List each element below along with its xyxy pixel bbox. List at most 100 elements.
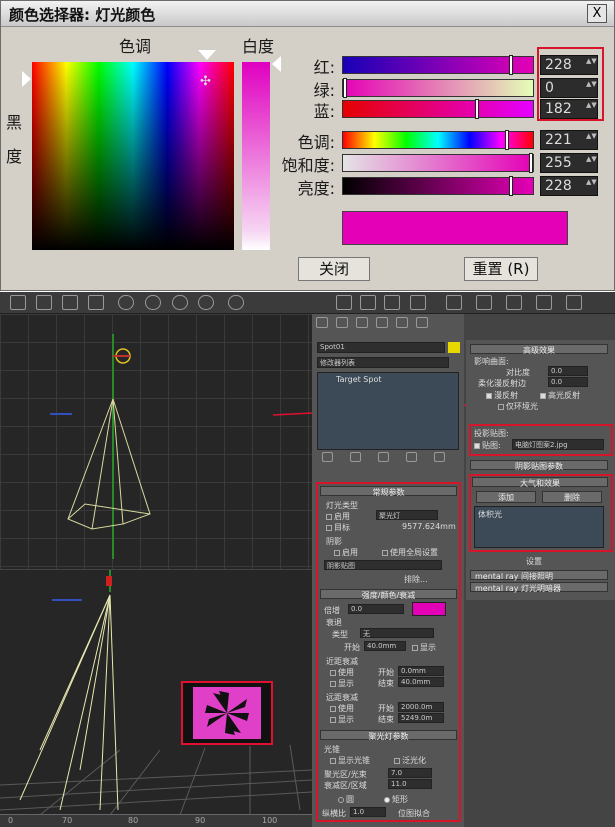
overshoot-checkbox[interactable]: 泛光化 — [394, 755, 426, 766]
modifier-stack[interactable]: Target Spot — [317, 372, 459, 450]
green-slider[interactable] — [342, 78, 534, 98]
saturation-slider-knob[interactable] — [529, 153, 533, 173]
saturation-slider[interactable] — [342, 153, 534, 173]
rect-radio[interactable]: 矩形 — [384, 794, 408, 805]
close-button[interactable]: 关闭 — [298, 257, 370, 281]
modifier-list-dropdown[interactable]: 修改器列表 — [317, 357, 449, 368]
hue-spinner[interactable]: 221 ▲▼ — [540, 130, 598, 150]
layer-icon[interactable] — [410, 295, 426, 310]
motion-tab-icon[interactable] — [376, 317, 388, 328]
hue-blackness-field[interactable]: ✣ — [32, 62, 234, 250]
mentalray-indirect-rollout[interactable]: mental ray 间接照明 — [470, 570, 608, 581]
mentalray-shader-rollout[interactable]: mental ray 灯光明暗器 — [470, 582, 608, 593]
far-end-field[interactable]: 5249.0m — [398, 713, 444, 723]
blue-slider[interactable] — [342, 99, 534, 119]
green-slider-knob[interactable] — [343, 78, 347, 98]
enable-checkbox[interactable]: 启用 — [326, 511, 350, 522]
target-checkbox[interactable]: 目标 — [326, 522, 350, 533]
saturation-spinner[interactable]: 255 ▲▼ — [540, 153, 598, 173]
near-show-checkbox[interactable]: 显示 — [330, 678, 354, 689]
curve-editor-icon[interactable] — [446, 295, 462, 310]
modify-tab-icon[interactable] — [336, 317, 348, 328]
near-use-checkbox[interactable]: 使用 — [330, 667, 354, 678]
hue-slider[interactable] — [342, 130, 534, 150]
ambient-only-checkbox[interactable]: 仅环境光 — [498, 401, 538, 412]
create-tab-icon[interactable] — [316, 317, 328, 328]
timeline-ruler[interactable]: 0 70 80 90 100 — [0, 814, 312, 827]
red-slider-knob[interactable] — [509, 55, 513, 75]
object-name-field[interactable]: Spot01 — [317, 342, 445, 353]
align-icon[interactable] — [384, 295, 400, 310]
hue-marker-icon[interactable] — [198, 50, 216, 60]
material-editor-icon[interactable] — [506, 295, 522, 310]
soften-field[interactable]: 0.0 — [548, 377, 588, 387]
mirror-icon[interactable] — [360, 295, 376, 310]
hue-slider-knob[interactable] — [505, 130, 509, 150]
utilities-tab-icon[interactable] — [416, 317, 428, 328]
render-frame-icon[interactable] — [536, 295, 552, 310]
hotspot-field[interactable]: 7.0 — [388, 768, 432, 778]
general-rollout-header[interactable]: 常规参数 — [320, 486, 457, 497]
far-show-checkbox[interactable]: 显示 — [330, 714, 354, 725]
whiteness-marker-icon[interactable] — [272, 56, 281, 72]
falloff-field[interactable]: 11.0 — [388, 779, 432, 789]
value-slider-knob[interactable] — [509, 176, 513, 196]
object-color-swatch[interactable] — [448, 342, 460, 353]
schematic-icon[interactable] — [476, 295, 492, 310]
bind-icon[interactable] — [172, 295, 188, 310]
atmos-rollout-header[interactable]: 大气和效果 — [472, 477, 608, 488]
stack-item[interactable]: Target Spot — [336, 375, 381, 384]
snap-icon[interactable] — [228, 295, 244, 310]
shadow-enable-checkbox[interactable]: 启用 — [334, 547, 358, 558]
show-cone-checkbox[interactable]: 显示光锥 — [330, 755, 370, 766]
select-tool-icon[interactable] — [10, 295, 26, 310]
value-slider[interactable] — [342, 176, 534, 196]
specular-checkbox[interactable]: 高光反射 — [540, 390, 580, 401]
hue-value[interactable]: 221 — [545, 132, 572, 148]
window-crossing-icon[interactable] — [88, 295, 104, 310]
multiplier-field[interactable]: 0.0 — [348, 604, 404, 614]
spacewarp-icon[interactable] — [198, 295, 214, 310]
spinner-arrows-icon[interactable]: ▲▼ — [586, 132, 597, 140]
configure-sets-icon[interactable] — [434, 452, 445, 462]
global-settings-checkbox[interactable]: 使用全局设置 — [382, 547, 438, 558]
decay-show-checkbox[interactable]: 显示 — [412, 642, 436, 653]
effects-list[interactable]: 体积光 — [474, 506, 604, 548]
reset-button[interactable]: 重置 (R) — [464, 257, 538, 281]
far-use-checkbox[interactable]: 使用 — [330, 703, 354, 714]
exclude-button[interactable]: 排除... — [404, 574, 428, 585]
value-value[interactable]: 228 — [545, 178, 572, 194]
setup-button[interactable]: 设置 — [526, 556, 542, 567]
contrast-field[interactable]: 0.0 — [548, 366, 588, 376]
map-button[interactable]: 电脑灯图案2.jpg — [512, 439, 604, 450]
blue-slider-knob[interactable] — [475, 99, 479, 119]
far-start-field[interactable]: 2000.0m — [398, 702, 444, 712]
make-unique-icon[interactable] — [378, 452, 389, 462]
map-checkbox[interactable]: 贴图: — [474, 440, 501, 451]
saturation-value[interactable]: 255 — [545, 155, 572, 171]
region-select-icon[interactable] — [62, 295, 78, 310]
decay-type-dropdown[interactable]: 无 — [360, 628, 434, 638]
add-effect-button[interactable]: 添加 — [476, 491, 536, 503]
quick-render-icon[interactable] — [566, 295, 582, 310]
spinner-arrows-icon[interactable]: ▲▼ — [586, 155, 597, 163]
pin-stack-icon[interactable] — [322, 452, 333, 462]
aspect-field[interactable]: 1.0 — [350, 807, 386, 817]
blackness-marker-icon[interactable] — [22, 71, 31, 87]
whiteness-bar[interactable] — [242, 62, 270, 250]
light-color-swatch[interactable] — [412, 602, 446, 616]
delete-effect-button[interactable]: 删除 — [542, 491, 602, 503]
link-icon[interactable] — [118, 295, 134, 310]
value-spinner[interactable]: 228 ▲▼ — [540, 176, 598, 196]
shadow-type-dropdown[interactable]: 阴影贴图 — [324, 560, 442, 570]
unlink-icon[interactable] — [145, 295, 161, 310]
close-icon[interactable]: X — [587, 4, 607, 23]
remove-modifier-icon[interactable] — [406, 452, 417, 462]
show-end-icon[interactable] — [350, 452, 361, 462]
advanced-rollout-header[interactable]: 高级效果 — [470, 344, 608, 355]
hierarchy-tab-icon[interactable] — [356, 317, 368, 328]
shadow-params-rollout[interactable]: 阴影贴图参数 — [470, 460, 608, 471]
red-slider[interactable] — [342, 55, 534, 75]
spot-rollout-header[interactable]: 聚光灯参数 — [320, 730, 457, 741]
decay-start-field[interactable]: 40.0mm — [364, 641, 406, 651]
